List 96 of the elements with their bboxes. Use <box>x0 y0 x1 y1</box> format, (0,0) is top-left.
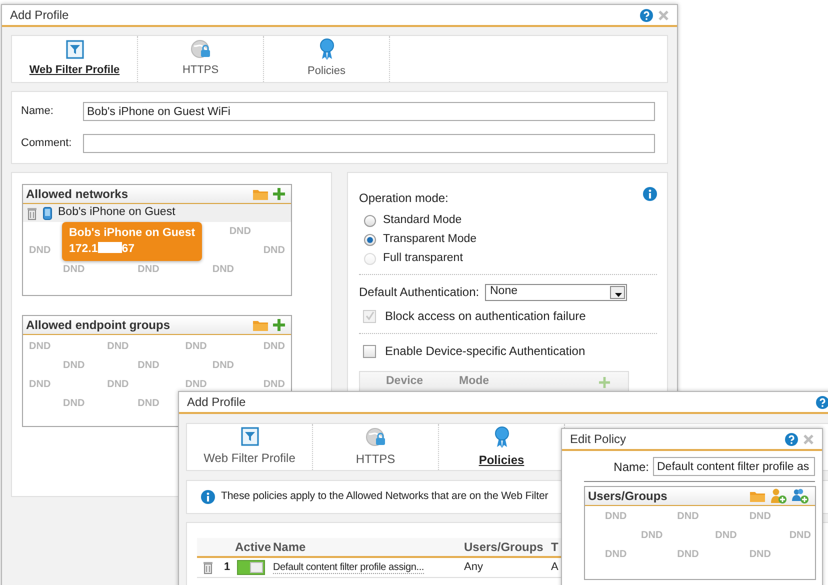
table-cell: Any <box>464 561 483 574</box>
window-title: Add Profile <box>187 394 247 411</box>
panel-title: Users/Groups <box>588 488 668 505</box>
tab[interactable]: Policies <box>264 36 390 82</box>
drop-hint: DND <box>138 360 160 370</box>
folder-icon[interactable] <box>750 490 765 502</box>
window-title: Edit Policy <box>570 431 628 448</box>
drop-hint: DND <box>63 360 85 370</box>
tab[interactable]: Web Filter Profile <box>12 36 138 82</box>
tooltip-title: Bob's iPhone on Guest <box>69 226 196 241</box>
radio-label: Transparent Mode <box>383 232 477 247</box>
plus-icon[interactable] <box>273 319 285 331</box>
authentication-dropdown[interactable]: None <box>485 284 627 300</box>
info-icon <box>643 187 657 201</box>
column-header: Active <box>235 539 272 556</box>
drop-hint: DND <box>138 398 160 408</box>
trash-icon[interactable] <box>203 561 213 574</box>
section-label: Operation mode: <box>359 190 448 207</box>
column-header: Name <box>273 539 307 556</box>
group-add-icon[interactable] <box>792 488 809 504</box>
name-field[interactable]: Bob's iPhone on Guest WiFi <box>83 102 655 121</box>
drop-hint: DND <box>29 380 51 390</box>
tab[interactable]: HTTPS <box>138 36 264 82</box>
tab[interactable]: HTTPS <box>313 424 439 470</box>
row-number: 1 <box>222 560 232 576</box>
ip-fragment: 67 <box>122 242 135 255</box>
user-add-icon[interactable] <box>770 488 787 504</box>
drop-hint: DND <box>263 342 285 352</box>
radio-label: Full transparent <box>383 250 463 266</box>
drop-hint: DND <box>107 380 129 390</box>
drop-hint: DND <box>63 398 85 408</box>
drop-hint: DND <box>715 530 737 540</box>
drop-hint: DND <box>29 246 51 256</box>
checkbox-label: Enable Device-specific Authentication <box>385 343 586 360</box>
info-text: These policies apply to the Allowed Networks that are on the Web Filter <box>221 489 548 504</box>
drop-hint: DND <box>185 342 207 352</box>
phone-icon <box>43 206 52 220</box>
window-title: Add Profile <box>10 7 70 24</box>
name-field[interactable]: Default content filter profile as <box>653 457 815 476</box>
plus-icon[interactable] <box>273 188 285 200</box>
drop-hint: DND <box>229 226 251 236</box>
drop-hint: DND <box>212 360 234 370</box>
drop-hint: DND <box>749 512 771 522</box>
plus-icon[interactable] <box>599 376 610 388</box>
drop-hint: DND <box>605 512 627 522</box>
radio-label: Standard Mode <box>383 212 462 228</box>
ribbon-icon <box>318 38 334 60</box>
tab[interactable]: Web Filter Profile <box>187 424 313 470</box>
drop-hint: DND <box>263 246 285 256</box>
help-icon[interactable] <box>816 396 828 408</box>
filter-icon <box>66 40 84 59</box>
help-icon[interactable] <box>785 432 798 446</box>
radio-button[interactable] <box>364 214 376 226</box>
column-header: Device <box>386 374 424 390</box>
drop-hint: DND <box>605 550 627 560</box>
drop-hint: DND <box>138 264 160 274</box>
info-icon <box>201 490 215 504</box>
folder-icon[interactable] <box>253 188 268 200</box>
drop-hint: DND <box>212 264 234 274</box>
column-header: T <box>551 539 558 556</box>
table-cell: Default content filter profile assign... <box>273 562 424 574</box>
drop-hint: DND <box>677 512 699 522</box>
column-header: Users/Groups <box>463 539 544 556</box>
drop-hint: DND <box>29 342 51 352</box>
globe-lock-icon <box>364 426 386 446</box>
drop-hint: DND <box>63 264 85 274</box>
folder-icon[interactable] <box>253 319 268 331</box>
close-icon[interactable] <box>803 434 814 444</box>
drop-hint: DND <box>107 342 129 352</box>
drop-hint: DND <box>749 550 771 560</box>
drop-hint: DND <box>677 550 699 560</box>
globe-lock-icon <box>190 39 212 60</box>
toggle-switch[interactable] <box>237 560 265 575</box>
comment-field[interactable] <box>83 134 655 153</box>
field-label: Default Authentication: <box>359 284 480 301</box>
drop-hint: DND <box>789 530 811 540</box>
table-cell-text: A <box>551 560 558 576</box>
close-icon[interactable] <box>658 10 669 20</box>
panel-title: Allowed networks <box>26 186 130 203</box>
column-header: Mode <box>459 374 490 390</box>
field-label: Name: <box>614 458 649 476</box>
checkbox-label: Block access on authentication failure <box>385 308 586 325</box>
help-icon[interactable] <box>640 8 653 22</box>
trash-icon[interactable] <box>27 206 37 220</box>
radio-button[interactable] <box>364 234 376 246</box>
checkbox[interactable] <box>363 344 376 358</box>
ribbon-icon <box>494 426 510 448</box>
drop-hint: DND <box>641 530 663 540</box>
drop-hint: DND <box>185 380 207 390</box>
redaction-block <box>98 242 122 253</box>
ip-fragment: 172.1 <box>69 242 98 255</box>
filter-icon <box>240 427 258 446</box>
field-label: Name: <box>21 104 54 120</box>
panel-title: Allowed endpoint groups <box>26 317 171 334</box>
drop-hint: DND <box>263 380 285 390</box>
field-label: Comment: <box>21 136 73 152</box>
